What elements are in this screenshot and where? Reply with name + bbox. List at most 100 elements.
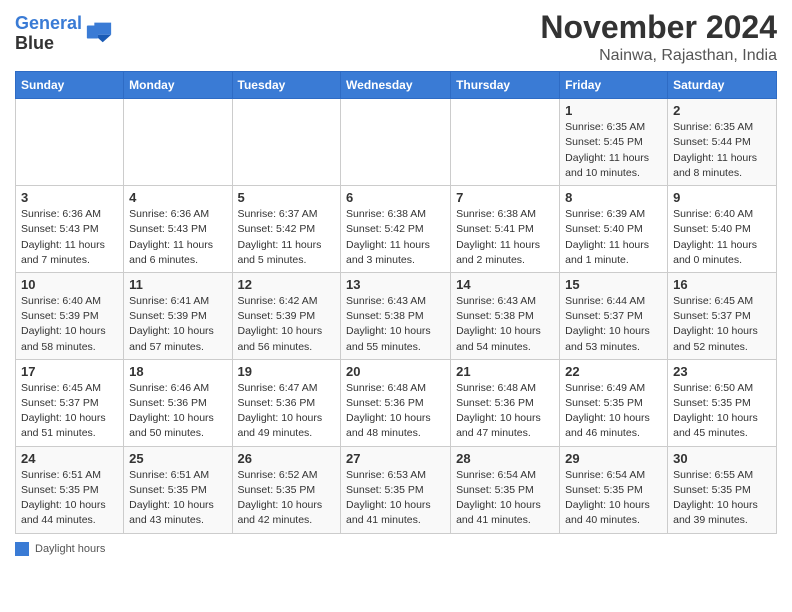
day-info: Sunrise: 6:52 AM Sunset: 5:35 PM Dayligh… [238,468,336,529]
day-number: 10 [21,277,118,292]
calendar-cell: 20 Sunrise: 6:48 AM Sunset: 5:36 PM Dayli… [341,359,451,446]
day-info: Sunrise: 6:40 AM Sunset: 5:40 PM Dayligh… [673,207,771,268]
calendar-cell [124,99,232,186]
calendar-cell: 6 Sunrise: 6:38 AM Sunset: 5:42 PM Daylig… [341,186,451,273]
calendar-cell: 22 Sunrise: 6:49 AM Sunset: 5:35 PM Dayli… [560,359,668,446]
calendar-cell: 21 Sunrise: 6:48 AM Sunset: 5:36 PM Dayli… [451,359,560,446]
calendar-cell [16,99,124,186]
day-info: Sunrise: 6:54 AM Sunset: 5:35 PM Dayligh… [565,468,662,529]
calendar-cell: 4 Sunrise: 6:36 AM Sunset: 5:43 PM Daylig… [124,186,232,273]
day-info: Sunrise: 6:50 AM Sunset: 5:35 PM Dayligh… [673,381,771,442]
day-number: 30 [673,451,771,466]
calendar-week-row: 1 Sunrise: 6:35 AM Sunset: 5:45 PM Daylig… [16,99,777,186]
day-info: Sunrise: 6:38 AM Sunset: 5:41 PM Dayligh… [456,207,554,268]
calendar-cell [451,99,560,186]
day-number: 4 [129,190,226,205]
day-info: Sunrise: 6:45 AM Sunset: 5:37 PM Dayligh… [673,294,771,355]
day-number: 27 [346,451,445,466]
calendar-table: SundayMondayTuesdayWednesdayThursdayFrid… [15,71,777,533]
header-day: Monday [124,72,232,99]
day-number: 18 [129,364,226,379]
day-number: 6 [346,190,445,205]
day-info: Sunrise: 6:49 AM Sunset: 5:35 PM Dayligh… [565,381,662,442]
calendar-cell: 18 Sunrise: 6:46 AM Sunset: 5:36 PM Dayli… [124,359,232,446]
calendar-cell: 23Sunrise: 6:50 AM Sunset: 5:35 PM Dayli… [668,359,777,446]
day-info: Sunrise: 6:41 AM Sunset: 5:39 PM Dayligh… [129,294,226,355]
calendar-cell: 19 Sunrise: 6:47 AM Sunset: 5:36 PM Dayli… [232,359,341,446]
location: Nainwa, Rajasthan, India [540,47,777,65]
header-day: Sunday [16,72,124,99]
day-info: Sunrise: 6:42 AM Sunset: 5:39 PM Dayligh… [238,294,336,355]
calendar-cell: 16 Sunrise: 6:45 AM Sunset: 5:37 PM Dayli… [668,272,777,359]
day-number: 12 [238,277,336,292]
day-number: 17 [21,364,118,379]
page-header: GeneralBlue November 2024 Nainwa, Rajast… [15,10,777,65]
calendar-cell: 17Sunrise: 6:45 AM Sunset: 5:37 PM Dayli… [16,359,124,446]
day-info: Sunrise: 6:38 AM Sunset: 5:42 PM Dayligh… [346,207,445,268]
calendar-cell: 12 Sunrise: 6:42 AM Sunset: 5:39 PM Dayli… [232,272,341,359]
day-number: 8 [565,190,662,205]
footer: Daylight hours [15,542,777,556]
day-number: 20 [346,364,445,379]
day-number: 11 [129,277,226,292]
day-info: Sunrise: 6:54 AM Sunset: 5:35 PM Dayligh… [456,468,554,529]
calendar-cell: 3Sunrise: 6:36 AM Sunset: 5:43 PM Daylig… [16,186,124,273]
calendar-cell: 15 Sunrise: 6:44 AM Sunset: 5:37 PM Dayli… [560,272,668,359]
day-info: Sunrise: 6:51 AM Sunset: 5:35 PM Dayligh… [129,468,226,529]
calendar-cell: 5Sunrise: 6:37 AM Sunset: 5:42 PM Daylig… [232,186,341,273]
header-day: Friday [560,72,668,99]
day-number: 16 [673,277,771,292]
day-info: Sunrise: 6:35 AM Sunset: 5:45 PM Dayligh… [565,120,662,181]
day-info: Sunrise: 6:47 AM Sunset: 5:36 PM Dayligh… [238,381,336,442]
logo-icon [85,18,113,46]
calendar-cell [341,99,451,186]
month-title: November 2024 [540,10,777,45]
calendar-cell: 9 Sunrise: 6:40 AM Sunset: 5:40 PM Daylig… [668,186,777,273]
day-info: Sunrise: 6:53 AM Sunset: 5:35 PM Dayligh… [346,468,445,529]
calendar-week-row: 10 Sunrise: 6:40 AM Sunset: 5:39 PM Dayli… [16,272,777,359]
day-number: 21 [456,364,554,379]
day-info: Sunrise: 6:36 AM Sunset: 5:43 PM Dayligh… [129,207,226,268]
day-number: 24 [21,451,118,466]
day-number: 15 [565,277,662,292]
calendar-cell: 8 Sunrise: 6:39 AM Sunset: 5:40 PM Daylig… [560,186,668,273]
calendar-week-row: 3Sunrise: 6:36 AM Sunset: 5:43 PM Daylig… [16,186,777,273]
day-number: 1 [565,103,662,118]
day-info: Sunrise: 6:51 AM Sunset: 5:35 PM Dayligh… [21,468,118,529]
calendar-cell: 27 Sunrise: 6:53 AM Sunset: 5:35 PM Dayli… [341,446,451,533]
calendar-cell: 29 Sunrise: 6:54 AM Sunset: 5:35 PM Dayli… [560,446,668,533]
day-number: 28 [456,451,554,466]
calendar-cell: 2 Sunrise: 6:35 AM Sunset: 5:44 PM Daylig… [668,99,777,186]
day-info: Sunrise: 6:40 AM Sunset: 5:39 PM Dayligh… [21,294,118,355]
calendar-cell: 25 Sunrise: 6:51 AM Sunset: 5:35 PM Dayli… [124,446,232,533]
day-number: 5 [238,190,336,205]
day-number: 22 [565,364,662,379]
logo-text: GeneralBlue [15,14,82,54]
day-number: 29 [565,451,662,466]
header-day: Saturday [668,72,777,99]
calendar-cell: 13Sunrise: 6:43 AM Sunset: 5:38 PM Dayli… [341,272,451,359]
day-info: Sunrise: 6:48 AM Sunset: 5:36 PM Dayligh… [456,381,554,442]
calendar-cell: 14Sunrise: 6:43 AM Sunset: 5:38 PM Dayli… [451,272,560,359]
daylight-legend-box [15,542,29,556]
day-number: 25 [129,451,226,466]
day-info: Sunrise: 6:43 AM Sunset: 5:38 PM Dayligh… [456,294,554,355]
calendar-cell: 1 Sunrise: 6:35 AM Sunset: 5:45 PM Daylig… [560,99,668,186]
day-number: 13 [346,277,445,292]
day-info: Sunrise: 6:46 AM Sunset: 5:36 PM Dayligh… [129,381,226,442]
calendar-cell: 10 Sunrise: 6:40 AM Sunset: 5:39 PM Dayli… [16,272,124,359]
day-info: Sunrise: 6:35 AM Sunset: 5:44 PM Dayligh… [673,120,771,181]
day-info: Sunrise: 6:48 AM Sunset: 5:36 PM Dayligh… [346,381,445,442]
day-number: 26 [238,451,336,466]
calendar-cell: 30Sunrise: 6:55 AM Sunset: 5:35 PM Dayli… [668,446,777,533]
calendar-cell: 11 Sunrise: 6:41 AM Sunset: 5:39 PM Dayli… [124,272,232,359]
header-day: Thursday [451,72,560,99]
calendar-week-row: 17Sunrise: 6:45 AM Sunset: 5:37 PM Dayli… [16,359,777,446]
day-info: Sunrise: 6:39 AM Sunset: 5:40 PM Dayligh… [565,207,662,268]
title-block: November 2024 Nainwa, Rajasthan, India [540,10,777,65]
day-number: 19 [238,364,336,379]
day-number: 2 [673,103,771,118]
day-number: 9 [673,190,771,205]
day-info: Sunrise: 6:44 AM Sunset: 5:37 PM Dayligh… [565,294,662,355]
header-day: Wednesday [341,72,451,99]
